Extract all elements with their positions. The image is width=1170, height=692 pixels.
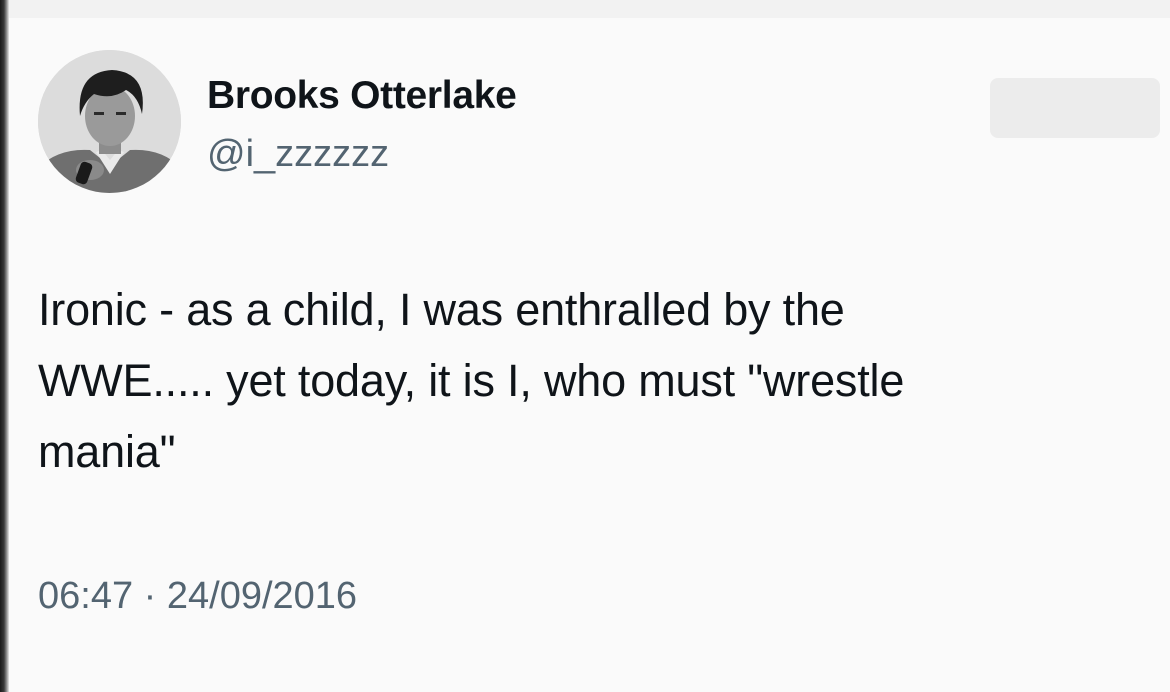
author-handle[interactable]: @i_zzzzzz [207, 133, 389, 176]
top-band [9, 0, 1170, 18]
tweet-time: 06:47 [38, 575, 134, 617]
avatar-photo-icon [38, 50, 181, 193]
screen-edge [0, 0, 9, 692]
tweet-date: 24/09/2016 [166, 575, 358, 617]
meta-separator: · [143, 575, 157, 617]
tweet-text: Ironic - as a child, I was enthralled by… [38, 284, 905, 477]
watermark-icon [990, 78, 1160, 138]
tweet-card[interactable]: Brooks Otterlake @i_zzzzzz Ironic - as a… [9, 18, 1170, 692]
author-display-name[interactable]: Brooks Otterlake [207, 74, 517, 118]
author-avatar[interactable] [38, 50, 181, 193]
tweet-timestamp[interactable]: 06:47 · 24/09/2016 [38, 575, 357, 618]
